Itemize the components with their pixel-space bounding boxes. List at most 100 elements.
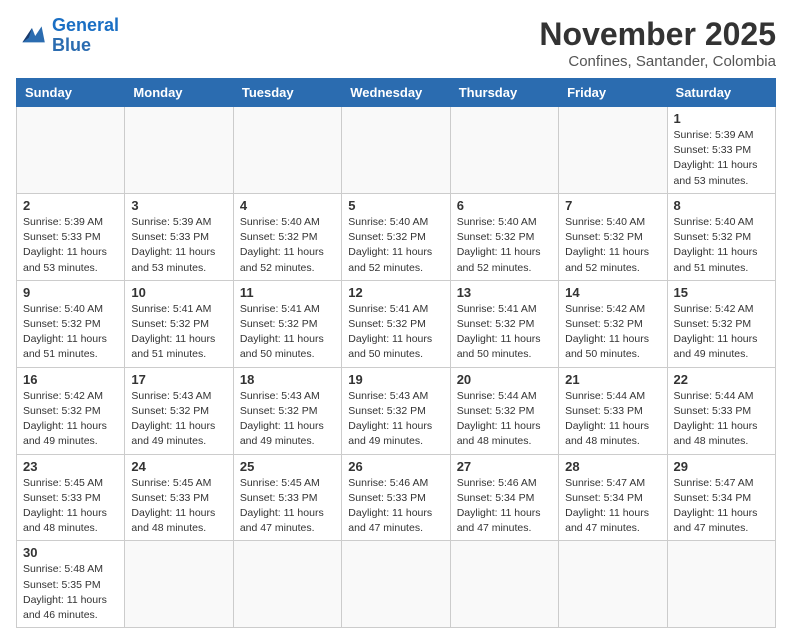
day-number: 29: [674, 459, 769, 474]
calendar-cell: [450, 541, 558, 628]
calendar-cell: 26 Sunrise: 5:46 AM Sunset: 5:33 PM Dayli…: [342, 454, 450, 541]
calendar-cell: 24Sunrise: 5:45 AM Sunset: 5:33 PM Dayli…: [125, 454, 233, 541]
day-info: Sunrise: 5:41 AM Sunset: 5:32 PM Dayligh…: [240, 302, 335, 363]
day-info: Sunrise: 5:44 AM Sunset: 5:33 PM Dayligh…: [565, 389, 660, 450]
day-number: 24: [131, 459, 226, 474]
day-info: Sunrise: 5:47 AM Sunset: 5:34 PM Dayligh…: [674, 476, 769, 537]
calendar-cell: [559, 107, 667, 194]
day-header-friday: Friday: [559, 79, 667, 107]
day-info: Sunrise: 5:47 AM Sunset: 5:34 PM Dayligh…: [565, 476, 660, 537]
page-header: General Blue November 2025 Confines, San…: [16, 16, 776, 70]
day-number: 6: [457, 198, 552, 213]
day-number: 20: [457, 372, 552, 387]
calendar-cell: 3 Sunrise: 5:39 AM Sunset: 5:33 PM Daylig…: [125, 193, 233, 280]
day-info: Sunrise: 5:42 AM Sunset: 5:32 PM Dayligh…: [565, 302, 660, 363]
day-number: 21: [565, 372, 660, 387]
day-header-tuesday: Tuesday: [233, 79, 341, 107]
day-number: 15: [674, 285, 769, 300]
calendar-cell: 17 Sunrise: 5:43 AM Sunset: 5:32 PM Dayli…: [125, 367, 233, 454]
day-info: Sunrise: 5:46 AM Sunset: 5:33 PM Dayligh…: [348, 476, 443, 537]
logo-general: General: [52, 15, 119, 35]
day-info: Sunrise: 5:43 AM Sunset: 5:32 PM Dayligh…: [348, 389, 443, 450]
calendar-cell: 15Sunrise: 5:42 AM Sunset: 5:32 PM Dayli…: [667, 280, 775, 367]
calendar-cell: [233, 541, 341, 628]
day-info: Sunrise: 5:40 AM Sunset: 5:32 PM Dayligh…: [23, 302, 118, 363]
calendar-cell: 7Sunrise: 5:40 AM Sunset: 5:32 PM Daylig…: [559, 193, 667, 280]
calendar-cell: 13 Sunrise: 5:41 AM Sunset: 5:32 PM Dayli…: [450, 280, 558, 367]
calendar-cell: 1Sunrise: 5:39 AM Sunset: 5:33 PM Daylig…: [667, 107, 775, 194]
calendar-cell: 23 Sunrise: 5:45 AM Sunset: 5:33 PM Dayli…: [17, 454, 125, 541]
calendar-cell: 14Sunrise: 5:42 AM Sunset: 5:32 PM Dayli…: [559, 280, 667, 367]
calendar-cell: 2Sunrise: 5:39 AM Sunset: 5:33 PM Daylig…: [17, 193, 125, 280]
day-info: Sunrise: 5:44 AM Sunset: 5:32 PM Dayligh…: [457, 389, 552, 450]
day-info: Sunrise: 5:45 AM Sunset: 5:33 PM Dayligh…: [240, 476, 335, 537]
day-number: 22: [674, 372, 769, 387]
day-number: 26: [348, 459, 443, 474]
day-info: Sunrise: 5:41 AM Sunset: 5:32 PM Dayligh…: [457, 302, 552, 363]
day-number: 17: [131, 372, 226, 387]
logo-blue: Blue: [52, 35, 91, 55]
day-number: 13: [457, 285, 552, 300]
day-info: Sunrise: 5:40 AM Sunset: 5:32 PM Dayligh…: [674, 215, 769, 276]
title-area: November 2025 Confines, Santander, Colom…: [539, 16, 776, 70]
calendar-week-6: 30Sunrise: 5:48 AM Sunset: 5:35 PM Dayli…: [17, 541, 776, 628]
day-number: 25: [240, 459, 335, 474]
calendar-week-2: 2 Sunrise: 5:39 AM Sunset: 5:33 PM Daylig…: [17, 193, 776, 280]
calendar-cell: 18Sunrise: 5:43 AM Sunset: 5:32 PM Dayli…: [233, 367, 341, 454]
calendar-cell: 6 Sunrise: 5:40 AM Sunset: 5:32 PM Daylig…: [450, 193, 558, 280]
day-number: 3: [131, 198, 226, 213]
day-header-sunday: Sunday: [17, 79, 125, 107]
day-number: 12: [348, 285, 443, 300]
day-info: Sunrise: 5:48 AM Sunset: 5:35 PM Dayligh…: [23, 562, 118, 623]
calendar-cell: 28 Sunrise: 5:47 AM Sunset: 5:34 PM Dayli…: [559, 454, 667, 541]
calendar-cell: [233, 107, 341, 194]
day-number: 28: [565, 459, 660, 474]
calendar-cell: [125, 107, 233, 194]
logo: General Blue: [16, 16, 119, 56]
calendar-cell: [559, 541, 667, 628]
calendar-header-row: SundayMondayTuesdayWednesdayThursdayFrid…: [17, 79, 776, 107]
day-info: Sunrise: 5:45 AM Sunset: 5:33 PM Dayligh…: [23, 476, 118, 537]
calendar-week-5: 23 Sunrise: 5:45 AM Sunset: 5:33 PM Dayli…: [17, 454, 776, 541]
calendar-cell: 11 Sunrise: 5:41 AM Sunset: 5:32 PM Dayli…: [233, 280, 341, 367]
calendar-cell: 19Sunrise: 5:43 AM Sunset: 5:32 PM Dayli…: [342, 367, 450, 454]
day-number: 10: [131, 285, 226, 300]
day-info: Sunrise: 5:40 AM Sunset: 5:32 PM Dayligh…: [457, 215, 552, 276]
calendar-cell: 25 Sunrise: 5:45 AM Sunset: 5:33 PM Dayli…: [233, 454, 341, 541]
day-info: Sunrise: 5:46 AM Sunset: 5:34 PM Dayligh…: [457, 476, 552, 537]
calendar-cell: 27Sunrise: 5:46 AM Sunset: 5:34 PM Dayli…: [450, 454, 558, 541]
day-number: 4: [240, 198, 335, 213]
day-info: Sunrise: 5:39 AM Sunset: 5:33 PM Dayligh…: [131, 215, 226, 276]
calendar-cell: 20 Sunrise: 5:44 AM Sunset: 5:32 PM Dayli…: [450, 367, 558, 454]
day-info: Sunrise: 5:40 AM Sunset: 5:32 PM Dayligh…: [348, 215, 443, 276]
day-number: 8: [674, 198, 769, 213]
day-info: Sunrise: 5:42 AM Sunset: 5:32 PM Dayligh…: [23, 389, 118, 450]
day-info: Sunrise: 5:41 AM Sunset: 5:32 PM Dayligh…: [131, 302, 226, 363]
day-info: Sunrise: 5:43 AM Sunset: 5:32 PM Dayligh…: [131, 389, 226, 450]
calendar-cell: 16 Sunrise: 5:42 AM Sunset: 5:32 PM Dayli…: [17, 367, 125, 454]
day-number: 2: [23, 198, 118, 213]
calendar-cell: 22Sunrise: 5:44 AM Sunset: 5:33 PM Dayli…: [667, 367, 775, 454]
calendar-cell: 5Sunrise: 5:40 AM Sunset: 5:32 PM Daylig…: [342, 193, 450, 280]
day-header-saturday: Saturday: [667, 79, 775, 107]
calendar-cell: 21 Sunrise: 5:44 AM Sunset: 5:33 PM Dayli…: [559, 367, 667, 454]
location-title: Confines, Santander, Colombia: [539, 53, 776, 70]
day-number: 18: [240, 372, 335, 387]
calendar-cell: [17, 107, 125, 194]
day-info: Sunrise: 5:40 AM Sunset: 5:32 PM Dayligh…: [565, 215, 660, 276]
calendar-week-1: 1Sunrise: 5:39 AM Sunset: 5:33 PM Daylig…: [17, 107, 776, 194]
day-number: 11: [240, 285, 335, 300]
day-info: Sunrise: 5:40 AM Sunset: 5:32 PM Dayligh…: [240, 215, 335, 276]
calendar-cell: 8 Sunrise: 5:40 AM Sunset: 5:32 PM Daylig…: [667, 193, 775, 280]
day-number: 16: [23, 372, 118, 387]
day-header-wednesday: Wednesday: [342, 79, 450, 107]
calendar-cell: [125, 541, 233, 628]
calendar-week-3: 9Sunrise: 5:40 AM Sunset: 5:32 PM Daylig…: [17, 280, 776, 367]
day-number: 1: [674, 111, 769, 126]
calendar-cell: 10 Sunrise: 5:41 AM Sunset: 5:32 PM Dayli…: [125, 280, 233, 367]
logo-text: General Blue: [52, 16, 119, 56]
day-info: Sunrise: 5:41 AM Sunset: 5:32 PM Dayligh…: [348, 302, 443, 363]
day-header-monday: Monday: [125, 79, 233, 107]
day-number: 23: [23, 459, 118, 474]
calendar-cell: 4 Sunrise: 5:40 AM Sunset: 5:32 PM Daylig…: [233, 193, 341, 280]
